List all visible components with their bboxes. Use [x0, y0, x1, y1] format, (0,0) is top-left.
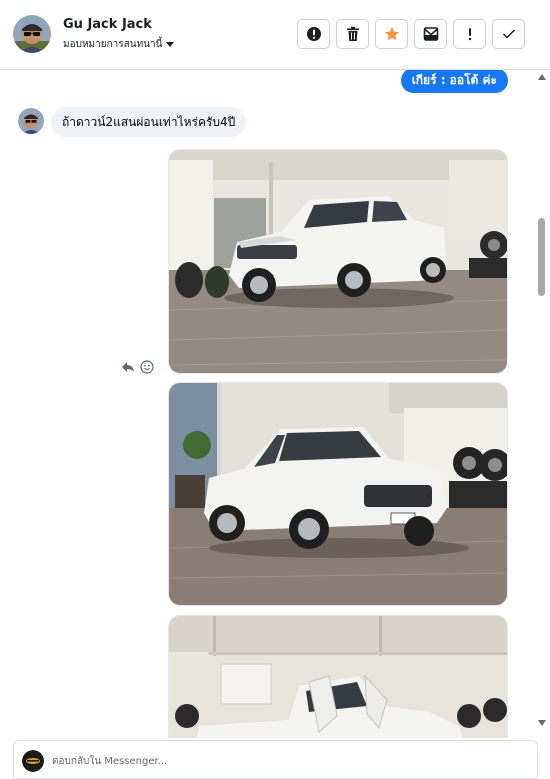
contact-avatar[interactable] [13, 15, 51, 53]
exclamation-icon [468, 28, 471, 41]
done-button[interactable] [492, 19, 525, 49]
check-icon [502, 29, 515, 39]
assign-label: มอบหมายการสนทนานี้ [63, 39, 163, 50]
customer-avatar[interactable] [18, 108, 44, 134]
scroll-down-arrow-icon[interactable] [538, 720, 546, 726]
scrollbar-thumb[interactable] [538, 218, 545, 296]
mail-unread-icon [423, 27, 438, 41]
reply-composer [13, 740, 538, 779]
mark-unread-button[interactable] [414, 19, 447, 49]
attachment-photo-2[interactable] [168, 382, 508, 606]
scroll-up-arrow-icon[interactable] [538, 74, 546, 80]
outgoing-message-bubble[interactable]: เกียร์ : ออโต้ ค่ะ [400, 70, 508, 93]
assign-conversation-dropdown[interactable]: มอบหมายการสนทนานี้ [63, 37, 175, 52]
thread-scrollbar[interactable] [534, 70, 550, 738]
delete-button[interactable] [336, 19, 369, 49]
conversation-header: Gu Jack Jack มอบหมายการสนทนานี้ [0, 0, 550, 70]
conversation-actions [297, 19, 525, 49]
star-icon [384, 27, 399, 41]
mark-spam-button[interactable] [297, 19, 330, 49]
follow-up-button[interactable] [453, 19, 486, 49]
contact-name[interactable]: Gu Jack Jack [63, 17, 152, 32]
alert-circle-icon [306, 27, 321, 41]
chevron-down-icon [166, 42, 175, 47]
reply-input[interactable] [52, 750, 522, 772]
page-avatar [22, 750, 44, 772]
trash-icon [346, 26, 359, 41]
attachment-photo-3[interactable] [168, 615, 508, 738]
incoming-message-bubble[interactable]: ถ้าดาวน์2แสนผ่อนเท่าไหร่ครับ4ปี [51, 107, 247, 137]
message-thread: เกียร์ : ออโต้ ค่ะ ถ้าดาวน์2แสนผ่อนเท่าไ… [0, 70, 534, 738]
reply-icon[interactable] [121, 361, 135, 373]
message-tools [121, 360, 154, 374]
star-button[interactable] [375, 19, 408, 49]
attachment-photo-1[interactable] [168, 149, 508, 374]
react-smiley-icon[interactable] [140, 360, 154, 374]
